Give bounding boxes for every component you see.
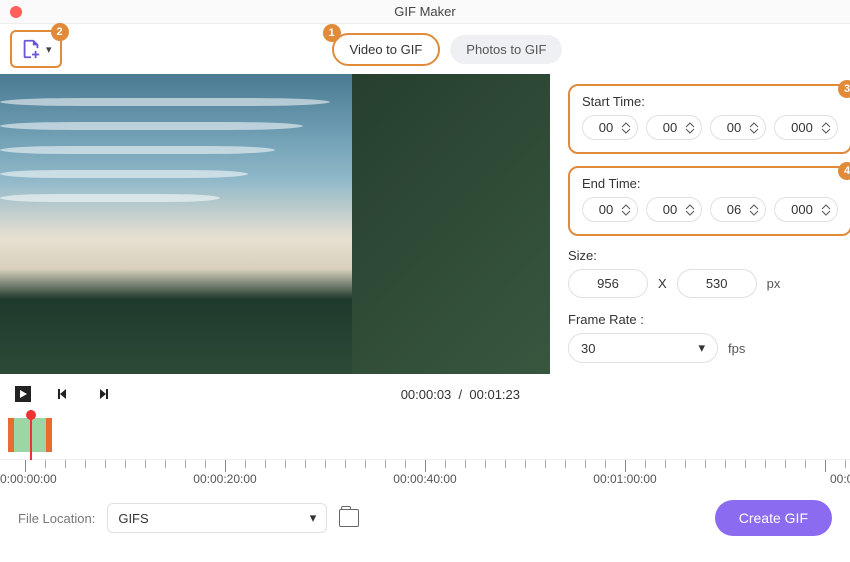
size-unit: px xyxy=(767,276,781,291)
next-frame-button[interactable] xyxy=(92,383,114,405)
chevron-down-icon[interactable] xyxy=(821,210,831,216)
end-ms-spinner[interactable]: 000 xyxy=(774,197,838,222)
time-ruler: 00:00:00:00 00:00:20:00 00:00:40:00 00:01:0… xyxy=(0,460,850,490)
start-time-label: Start Time: xyxy=(582,94,838,109)
start-ms-spinner[interactable]: 000 xyxy=(774,115,838,140)
annotation-badge-3: 3 xyxy=(838,80,850,98)
tab-label: Photos to GIF xyxy=(466,42,546,57)
chevron-down-icon[interactable] xyxy=(821,128,831,134)
tab-photos-to-gif[interactable]: Photos to GIF xyxy=(450,35,562,64)
end-time-label: End Time: xyxy=(582,176,838,191)
annotation-badge-1: 1 xyxy=(323,24,341,42)
video-preview[interactable] xyxy=(0,74,550,374)
play-icon xyxy=(15,386,31,402)
add-file-group: ▾ 2 xyxy=(10,30,62,68)
chevron-down-icon[interactable] xyxy=(749,210,759,216)
file-location-select[interactable]: GIFS ▾ xyxy=(107,503,327,533)
current-time: 00:00:03 xyxy=(401,387,452,402)
step-forward-icon xyxy=(96,387,110,401)
fps-label: Frame Rate : xyxy=(568,312,850,327)
annotation-badge-4: 4 xyxy=(838,162,850,180)
chevron-down-icon[interactable] xyxy=(621,128,631,134)
fps-unit: fps xyxy=(728,341,745,356)
chevron-down-icon: ▾ xyxy=(310,510,317,526)
timeline[interactable] xyxy=(0,414,850,460)
ruler-label: 00:01 xyxy=(830,472,850,486)
open-folder-button[interactable] xyxy=(339,509,359,527)
fps-value: 30 xyxy=(581,341,595,356)
add-file-icon xyxy=(20,38,42,60)
ruler-label: 00:00:00:00 xyxy=(0,472,57,486)
tab-video-to-gif[interactable]: Video to GIF xyxy=(332,33,441,66)
chevron-down-icon[interactable] xyxy=(685,210,695,216)
add-file-button[interactable]: ▾ xyxy=(14,38,58,60)
end-hours-spinner[interactable]: 00 xyxy=(582,197,638,222)
chevron-down-icon[interactable] xyxy=(685,128,695,134)
chevron-down-icon[interactable] xyxy=(749,128,759,134)
height-input[interactable]: 530 xyxy=(677,269,757,298)
end-minutes-spinner[interactable]: 00 xyxy=(646,197,702,222)
playhead-handle[interactable] xyxy=(26,410,36,420)
chevron-down-icon: ▾ xyxy=(698,340,705,356)
window-title: GIF Maker xyxy=(394,4,455,19)
create-gif-button[interactable]: Create GIF xyxy=(715,500,832,536)
play-button[interactable] xyxy=(12,383,34,405)
file-location-label: File Location: xyxy=(18,511,95,526)
ruler-label: 00:00:20:00 xyxy=(193,472,256,486)
ruler-label: 00:00:40:00 xyxy=(393,472,456,486)
size-sep: X xyxy=(658,276,667,291)
width-input[interactable]: 956 xyxy=(568,269,648,298)
end-time-panel: 4 End Time: 00 00 06 000 xyxy=(568,166,850,236)
step-back-icon xyxy=(56,387,70,401)
chevron-down-icon: ▾ xyxy=(46,43,52,56)
start-seconds-spinner[interactable]: 00 xyxy=(710,115,766,140)
prev-frame-button[interactable] xyxy=(52,383,74,405)
file-location-value: GIFS xyxy=(118,511,148,526)
size-label: Size: xyxy=(568,248,850,263)
end-seconds-spinner[interactable]: 06 xyxy=(710,197,766,222)
start-hours-spinner[interactable]: 00 xyxy=(582,115,638,140)
annotation-badge-2: 2 xyxy=(51,23,69,41)
ruler-label: 00:01:00:00 xyxy=(593,472,656,486)
close-window-dot[interactable] xyxy=(10,6,22,18)
chevron-down-icon[interactable] xyxy=(621,210,631,216)
total-duration: 00:01:23 xyxy=(469,387,520,402)
fps-select[interactable]: 30 ▾ xyxy=(568,333,718,363)
start-time-panel: 3 Start Time: 00 00 00 000 xyxy=(568,84,850,154)
start-minutes-spinner[interactable]: 00 xyxy=(646,115,702,140)
tab-label: Video to GIF xyxy=(350,42,423,57)
